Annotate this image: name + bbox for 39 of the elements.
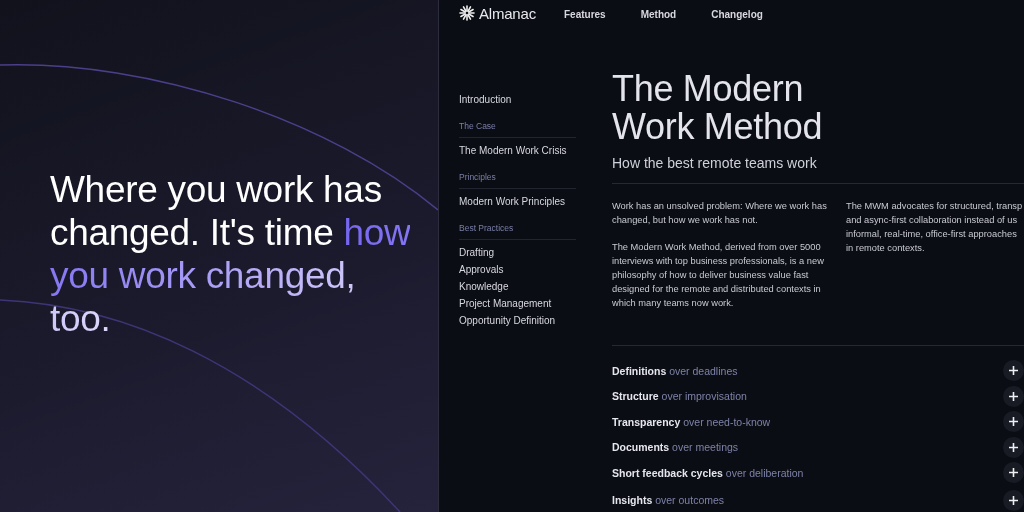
principle-title: Structure over improvisation xyxy=(612,390,747,403)
sidebar-item[interactable]: Project Management xyxy=(459,298,576,309)
body-paragraph: Work has an unsolved problem: Where we work has changed, but how we work has not. xyxy=(612,200,828,227)
body-paragraph: The MWM advocates for structured, transp and async-first collaboration instead of us informal, real-time, office-first approaches in remote contexts. xyxy=(846,200,1024,255)
sidebar-item[interactable]: Opportunity Definition xyxy=(459,315,576,326)
sidebar-item[interactable]: Introduction xyxy=(459,94,576,105)
sidebar-item[interactable]: Modern Work Principles xyxy=(459,196,576,207)
brand-name[interactable]: Almanac xyxy=(479,4,536,22)
plus-icon xyxy=(1009,417,1018,427)
principle-title: Documents over meetings xyxy=(612,441,739,454)
body-paragraph: The Modern Work Method, derived from over 5000 interviews with top business professionals, is a new philosophy of how to deliver business value fast designed for the remote and distributed contexts in which many teams now work. xyxy=(612,241,825,310)
plus-icon xyxy=(1009,391,1018,401)
expand-button[interactable] xyxy=(1003,360,1024,382)
expand-button[interactable] xyxy=(1003,385,1024,407)
plus-icon xyxy=(1009,495,1018,505)
nav-link[interactable]: Features xyxy=(563,9,606,20)
plus-icon xyxy=(1009,366,1018,376)
page-title: The Modern Work Method xyxy=(612,70,824,146)
expand-button[interactable] xyxy=(1003,489,1024,511)
logo-icon xyxy=(459,5,475,21)
expand-button[interactable] xyxy=(1003,436,1024,458)
nav-link[interactable]: Changelog xyxy=(711,9,763,20)
nav-link[interactable]: Method xyxy=(640,9,677,20)
sidebar-heading: Principles xyxy=(459,172,576,189)
expand-button[interactable] xyxy=(1003,411,1024,433)
page-subtitle: How the best remote teams work xyxy=(612,155,1024,184)
principle-title: Insights over outcomes xyxy=(612,494,725,506)
sidebar-item[interactable]: Approvals xyxy=(459,264,576,275)
sidebar-item[interactable]: The Modern Work Crisis xyxy=(459,145,576,156)
principle-title: Definitions over deadlines xyxy=(612,364,738,377)
sidebar-item[interactable]: Knowledge xyxy=(459,281,576,292)
sidebar-heading: Best Practices xyxy=(459,223,576,240)
expand-button[interactable] xyxy=(1003,462,1024,484)
plus-icon xyxy=(1009,468,1018,478)
plus-icon xyxy=(1009,442,1018,452)
sidebar-item[interactable]: Drafting xyxy=(459,247,576,258)
principle-title: Short feedback cycles over deliberation xyxy=(612,466,804,479)
sidebar-heading: The Case xyxy=(459,121,576,138)
principle-title: Transparency over need-to-know xyxy=(612,415,771,428)
